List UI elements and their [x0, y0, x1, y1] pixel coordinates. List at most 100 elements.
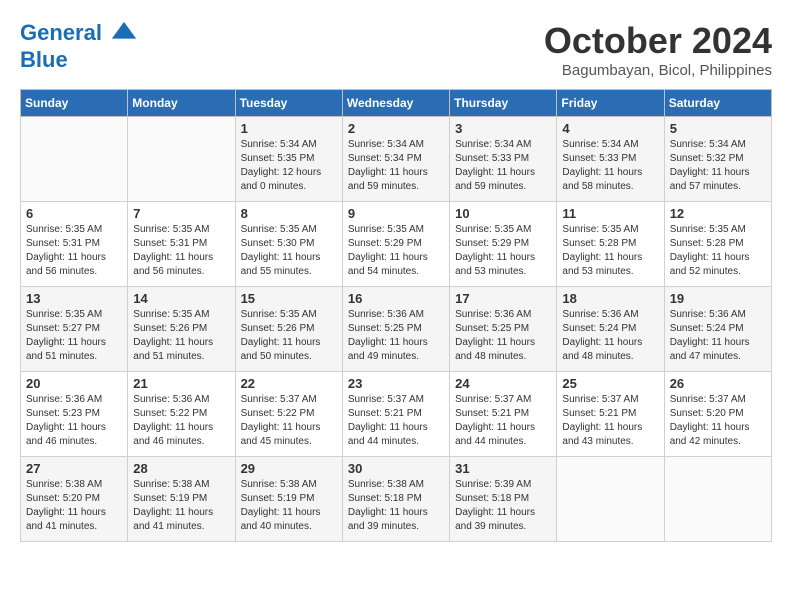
weekday-header: Sunday — [21, 90, 128, 117]
calendar-cell: 1 Sunrise: 5:34 AM Sunset: 5:35 PM Daylig… — [235, 117, 342, 202]
day-number: 31 — [455, 461, 551, 476]
calendar-cell: 25 Sunrise: 5:37 AM Sunset: 5:21 PM Dayli… — [557, 372, 664, 457]
calendar-cell: 8 Sunrise: 5:35 AM Sunset: 5:30 PM Daylig… — [235, 202, 342, 287]
calendar-cell: 26 Sunrise: 5:37 AM Sunset: 5:20 PM Dayli… — [664, 372, 771, 457]
calendar-cell: 16Sunrise: 5:36 AM Sunset: 5:25 PM Dayli… — [342, 287, 449, 372]
day-info: Sunrise: 5:37 AM Sunset: 5:21 PM Dayligh… — [348, 393, 444, 449]
day-number: 8 — [241, 206, 337, 221]
day-number: 5 — [670, 121, 766, 136]
day-info: Sunrise: 5:38 AM Sunset: 5:20 PM Dayligh… — [26, 478, 122, 534]
day-number: 14 — [133, 291, 229, 306]
day-number: 24 — [455, 376, 551, 391]
day-number: 22 — [241, 376, 337, 391]
calendar-cell: 13Sunrise: 5:35 AM Sunset: 5:27 PM Dayli… — [21, 287, 128, 372]
calendar-cell: 15 Sunrise: 5:35 AM Sunset: 5:26 PM Dayli… — [235, 287, 342, 372]
calendar-cell: 27 Sunrise: 5:38 AM Sunset: 5:20 PM Dayli… — [21, 457, 128, 542]
calendar-cell: 22 Sunrise: 5:37 AM Sunset: 5:22 PM Dayli… — [235, 372, 342, 457]
calendar-cell: 5 Sunrise: 5:34 AM Sunset: 5:32 PM Daylig… — [664, 117, 771, 202]
weekday-header: Tuesday — [235, 90, 342, 117]
day-info: Sunrise: 5:38 AM Sunset: 5:19 PM Dayligh… — [133, 478, 229, 534]
day-info: Sunrise: 5:35 AM Sunset: 5:26 PM Dayligh… — [133, 308, 229, 364]
calendar-cell: 2 Sunrise: 5:34 AM Sunset: 5:34 PM Daylig… — [342, 117, 449, 202]
day-number: 30 — [348, 461, 444, 476]
calendar-cell: 14 Sunrise: 5:35 AM Sunset: 5:26 PM Dayli… — [128, 287, 235, 372]
day-info: Sunrise: 5:34 AM Sunset: 5:35 PM Dayligh… — [241, 138, 337, 194]
calendar-cell: 17 Sunrise: 5:36 AM Sunset: 5:25 PM Dayli… — [450, 287, 557, 372]
day-number: 21 — [133, 376, 229, 391]
day-number: 26 — [670, 376, 766, 391]
day-number: 20 — [26, 376, 122, 391]
day-number: 12 — [670, 206, 766, 221]
day-info: Sunrise: 5:35 AM Sunset: 5:28 PM Dayligh… — [562, 223, 658, 279]
calendar-cell: 21 Sunrise: 5:36 AM Sunset: 5:22 PM Dayli… — [128, 372, 235, 457]
day-info: Sunrise: 5:34 AM Sunset: 5:33 PM Dayligh… — [562, 138, 658, 194]
title-block: October 2024 Bagumbayan, Bicol, Philippi… — [544, 20, 772, 79]
day-number: 1 — [241, 121, 337, 136]
day-info: Sunrise: 5:38 AM Sunset: 5:18 PM Dayligh… — [348, 478, 444, 534]
day-info: Sunrise: 5:36 AM Sunset: 5:24 PM Dayligh… — [562, 308, 658, 364]
day-info: Sunrise: 5:34 AM Sunset: 5:33 PM Dayligh… — [455, 138, 551, 194]
day-number: 15 — [241, 291, 337, 306]
day-number: 11 — [562, 206, 658, 221]
calendar-cell: 9Sunrise: 5:35 AM Sunset: 5:29 PM Daylig… — [342, 202, 449, 287]
day-number: 6 — [26, 206, 122, 221]
calendar-cell — [128, 117, 235, 202]
day-info: Sunrise: 5:38 AM Sunset: 5:19 PM Dayligh… — [241, 478, 337, 534]
day-info: Sunrise: 5:35 AM Sunset: 5:29 PM Dayligh… — [455, 223, 551, 279]
day-number: 18 — [562, 291, 658, 306]
calendar-week-row: 13Sunrise: 5:35 AM Sunset: 5:27 PM Dayli… — [21, 287, 772, 372]
day-info: Sunrise: 5:34 AM Sunset: 5:32 PM Dayligh… — [670, 138, 766, 194]
day-info: Sunrise: 5:35 AM Sunset: 5:30 PM Dayligh… — [241, 223, 337, 279]
day-info: Sunrise: 5:35 AM Sunset: 5:26 PM Dayligh… — [241, 308, 337, 364]
calendar-cell — [21, 117, 128, 202]
calendar-week-row: 1 Sunrise: 5:34 AM Sunset: 5:35 PM Daylig… — [21, 117, 772, 202]
day-info: Sunrise: 5:39 AM Sunset: 5:18 PM Dayligh… — [455, 478, 551, 534]
day-info: Sunrise: 5:36 AM Sunset: 5:25 PM Dayligh… — [348, 308, 444, 364]
day-number: 27 — [26, 461, 122, 476]
day-info: Sunrise: 5:36 AM Sunset: 5:23 PM Dayligh… — [26, 393, 122, 449]
day-number: 25 — [562, 376, 658, 391]
weekday-header: Friday — [557, 90, 664, 117]
day-number: 10 — [455, 206, 551, 221]
calendar-cell: 28Sunrise: 5:38 AM Sunset: 5:19 PM Dayli… — [128, 457, 235, 542]
day-info: Sunrise: 5:35 AM Sunset: 5:28 PM Dayligh… — [670, 223, 766, 279]
day-info: Sunrise: 5:37 AM Sunset: 5:21 PM Dayligh… — [562, 393, 658, 449]
page-header: General Blue October 2024 Bagumbayan, Bi… — [20, 20, 772, 79]
day-number: 19 — [670, 291, 766, 306]
weekday-header: Saturday — [664, 90, 771, 117]
calendar-cell: 29 Sunrise: 5:38 AM Sunset: 5:19 PM Dayli… — [235, 457, 342, 542]
month-title: October 2024 — [544, 20, 772, 62]
calendar-cell — [557, 457, 664, 542]
calendar-cell: 10 Sunrise: 5:35 AM Sunset: 5:29 PM Dayli… — [450, 202, 557, 287]
day-info: Sunrise: 5:36 AM Sunset: 5:24 PM Dayligh… — [670, 308, 766, 364]
day-info: Sunrise: 5:36 AM Sunset: 5:22 PM Dayligh… — [133, 393, 229, 449]
calendar-cell: 30 Sunrise: 5:38 AM Sunset: 5:18 PM Dayli… — [342, 457, 449, 542]
day-number: 23 — [348, 376, 444, 391]
day-number: 13 — [26, 291, 122, 306]
day-info: Sunrise: 5:37 AM Sunset: 5:22 PM Dayligh… — [241, 393, 337, 449]
day-number: 2 — [348, 121, 444, 136]
day-number: 4 — [562, 121, 658, 136]
day-info: Sunrise: 5:37 AM Sunset: 5:20 PM Dayligh… — [670, 393, 766, 449]
day-info: Sunrise: 5:36 AM Sunset: 5:25 PM Dayligh… — [455, 308, 551, 364]
logo-text: General Blue — [20, 20, 138, 72]
calendar-week-row: 27 Sunrise: 5:38 AM Sunset: 5:20 PM Dayli… — [21, 457, 772, 542]
weekday-header: Wednesday — [342, 90, 449, 117]
day-number: 29 — [241, 461, 337, 476]
calendar-cell: 19 Sunrise: 5:36 AM Sunset: 5:24 PM Dayli… — [664, 287, 771, 372]
calendar-cell: 20 Sunrise: 5:36 AM Sunset: 5:23 PM Dayli… — [21, 372, 128, 457]
calendar-cell: 7Sunrise: 5:35 AM Sunset: 5:31 PM Daylig… — [128, 202, 235, 287]
calendar-cell: 18 Sunrise: 5:36 AM Sunset: 5:24 PM Dayli… — [557, 287, 664, 372]
day-number: 17 — [455, 291, 551, 306]
calendar-cell: 23 Sunrise: 5:37 AM Sunset: 5:21 PM Dayli… — [342, 372, 449, 457]
calendar-cell: 31 Sunrise: 5:39 AM Sunset: 5:18 PM Dayli… — [450, 457, 557, 542]
day-info: Sunrise: 5:37 AM Sunset: 5:21 PM Dayligh… — [455, 393, 551, 449]
calendar-week-row: 6 Sunrise: 5:35 AM Sunset: 5:31 PM Daylig… — [21, 202, 772, 287]
day-info: Sunrise: 5:34 AM Sunset: 5:34 PM Dayligh… — [348, 138, 444, 194]
calendar-header-row: SundayMondayTuesdayWednesdayThursdayFrid… — [21, 90, 772, 117]
day-info: Sunrise: 5:35 AM Sunset: 5:31 PM Dayligh… — [26, 223, 122, 279]
weekday-header: Monday — [128, 90, 235, 117]
calendar-cell: 24 Sunrise: 5:37 AM Sunset: 5:21 PM Dayli… — [450, 372, 557, 457]
calendar-cell: 6 Sunrise: 5:35 AM Sunset: 5:31 PM Daylig… — [21, 202, 128, 287]
calendar-cell: 12 Sunrise: 5:35 AM Sunset: 5:28 PM Dayli… — [664, 202, 771, 287]
